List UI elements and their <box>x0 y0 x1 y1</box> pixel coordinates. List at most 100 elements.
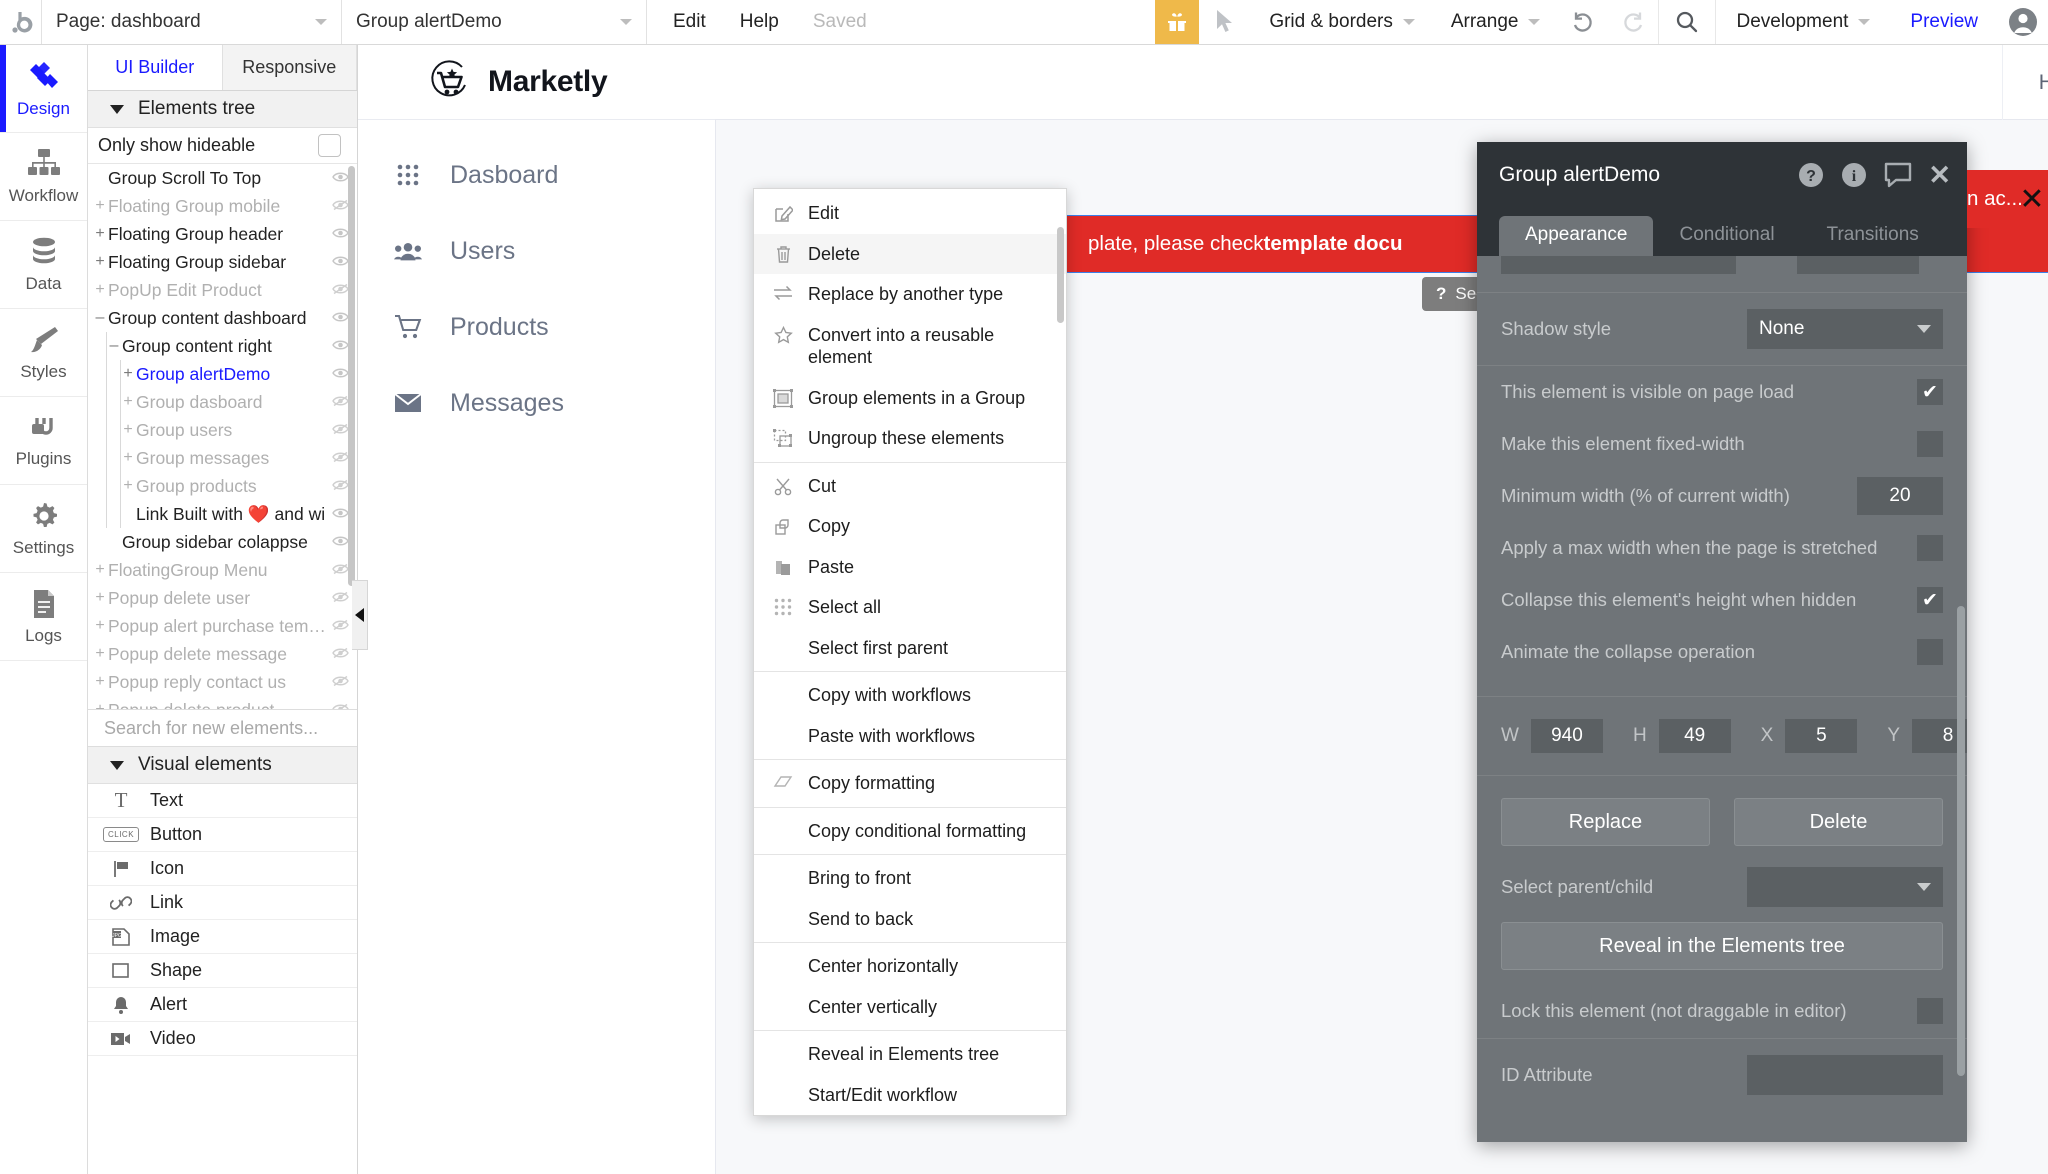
tree-item[interactable]: Link Built with ❤️ and wi <box>88 500 357 528</box>
clipped-field-b[interactable] <box>1797 256 1919 274</box>
eye-hidden-icon[interactable] <box>326 282 349 298</box>
tree-item[interactable]: + FloatingGroup Menu <box>88 556 357 584</box>
visual-element-video[interactable]: Video <box>88 1022 357 1056</box>
context-menu-item[interactable]: Send to back <box>754 899 1066 940</box>
app-nav-item-messages[interactable]: Messages <box>358 372 715 434</box>
tree-item[interactable]: + Group dasboard <box>88 388 357 416</box>
rail-item-logs[interactable]: Logs <box>0 573 87 661</box>
visual-element-link[interactable]: Link <box>88 886 357 920</box>
version-dropdown[interactable]: Development <box>1716 0 1890 44</box>
eye-visible-icon[interactable] <box>326 254 349 270</box>
preview-button[interactable]: Preview <box>1890 0 1998 44</box>
app-nav-item-dasboard[interactable]: Dasboard <box>358 144 715 206</box>
search-button[interactable] <box>1658 0 1717 44</box>
context-menu-item[interactable]: Paste <box>754 547 1066 588</box>
tree-item[interactable]: Group sidebar colappse <box>88 528 357 556</box>
width-input[interactable]: 940 <box>1530 719 1603 753</box>
visual-elements-header[interactable]: Visual elements <box>88 747 357 784</box>
tree-item[interactable]: – Group content dashboard <box>88 304 357 332</box>
tree-item[interactable]: + Group products <box>88 472 357 500</box>
eye-hidden-icon[interactable] <box>326 562 349 578</box>
context-menu-item[interactable]: Group elements in a Group <box>754 378 1066 419</box>
context-menu-item[interactable]: Start/Edit workflow <box>754 1075 1066 1116</box>
tab-responsive[interactable]: Responsive <box>223 45 357 90</box>
eye-hidden-icon[interactable] <box>326 618 349 634</box>
context-menu-item[interactable]: Cut <box>754 466 1066 507</box>
eye-visible-icon[interactable] <box>326 310 349 326</box>
tree-item[interactable]: + Floating Group header <box>88 220 357 248</box>
redo-button[interactable] <box>1608 0 1658 44</box>
select-parent-child-select[interactable] <box>1747 867 1943 907</box>
collapse-icon[interactable]: – <box>106 337 122 355</box>
eye-hidden-icon[interactable] <box>326 702 349 709</box>
context-menu-scrollbar[interactable] <box>1057 227 1064 323</box>
animate-collapse-checkbox[interactable] <box>1917 639 1943 665</box>
context-menu-item[interactable]: Bring to front <box>754 858 1066 899</box>
minimum-width-input[interactable]: 20 <box>1857 477 1943 515</box>
lock-element-checkbox[interactable] <box>1917 998 1943 1024</box>
context-menu[interactable]: Edit Delete Replace by another type Convert… <box>753 188 1067 1116</box>
eye-visible-icon[interactable] <box>326 338 349 354</box>
expand-icon[interactable]: + <box>92 589 108 607</box>
context-menu-item[interactable]: Delete <box>754 233 1066 274</box>
expand-icon[interactable]: + <box>120 449 136 467</box>
rail-item-plugins[interactable]: Plugins <box>0 397 87 485</box>
context-menu-item[interactable]: Copy with workflows <box>754 675 1066 716</box>
property-editor-scrollbar[interactable] <box>1957 606 1965 1076</box>
eye-hidden-icon[interactable] <box>326 646 349 662</box>
tree-item[interactable]: + Floating Group sidebar <box>88 248 357 276</box>
context-menu-item[interactable]: Reveal in Elements tree <box>754 1034 1066 1075</box>
clipped-field-a[interactable] <box>1501 256 1736 274</box>
context-menu-item[interactable]: Center horizontally <box>754 946 1066 987</box>
context-menu-item[interactable]: Copy <box>754 506 1066 547</box>
expand-icon[interactable]: + <box>92 225 108 243</box>
tree-scrollbar[interactable] <box>348 166 355 586</box>
search-new-elements-input[interactable]: Search for new elements... <box>88 709 357 747</box>
eye-hidden-icon[interactable] <box>326 450 349 466</box>
visual-element-text[interactable]: T Text <box>88 784 357 818</box>
collapse-icon[interactable]: – <box>92 309 108 327</box>
elements-tree[interactable]: Group Scroll To Top + Floating Group mobil… <box>88 164 357 709</box>
alert-close-icon[interactable]: ✕ <box>2016 170 2048 228</box>
tab-ui-builder[interactable]: UI Builder <box>88 45 223 90</box>
context-menu-item[interactable]: Convert into a reusable element <box>754 315 1066 378</box>
expand-icon[interactable]: + <box>120 393 136 411</box>
visual-element-shape[interactable]: Shape <box>88 954 357 988</box>
tree-item[interactable]: – Group content right <box>88 332 357 360</box>
tree-item[interactable]: + Group users <box>88 416 357 444</box>
max-width-checkbox[interactable] <box>1917 535 1943 561</box>
bubble-logo-icon[interactable] <box>0 0 42 44</box>
tree-item[interactable]: + PopUp Edit Product <box>88 276 357 304</box>
tree-item[interactable]: + Popup reply contact us <box>88 668 357 696</box>
visible-on-page-load-checkbox[interactable]: ✔ <box>1917 379 1943 405</box>
gift-icon[interactable] <box>1155 0 1200 44</box>
help-menu[interactable]: Help <box>740 11 779 33</box>
home-link[interactable]: Home <box>2001 45 2048 120</box>
panel-collapse-handle[interactable] <box>352 580 368 650</box>
tree-item[interactable]: + Group alertDemo <box>88 360 357 388</box>
expand-icon[interactable]: + <box>92 281 108 299</box>
expand-icon[interactable]: + <box>120 477 136 495</box>
collapse-height-checkbox[interactable]: ✔ <box>1917 587 1943 613</box>
app-nav-item-users[interactable]: Users <box>358 220 715 282</box>
context-menu-item[interactable]: Edit <box>754 193 1066 234</box>
expand-icon[interactable]: + <box>120 365 136 383</box>
context-menu-item[interactable]: Ungroup these elements <box>754 418 1066 459</box>
rail-item-design[interactable]: Design <box>0 45 87 133</box>
height-input[interactable]: 49 <box>1658 719 1731 753</box>
tree-item[interactable]: + Popup alert purchase tem… <box>88 612 357 640</box>
rail-item-styles[interactable]: Styles <box>0 309 87 397</box>
only-show-hideable-checkbox[interactable] <box>318 134 341 157</box>
element-selector[interactable]: Group alertDemo <box>342 0 647 44</box>
rail-item-data[interactable]: Data <box>0 221 87 309</box>
delete-button[interactable]: Delete <box>1734 798 1943 846</box>
account-avatar-icon[interactable] <box>1998 0 2048 44</box>
visual-element-image[interactable]: JPG Image <box>88 920 357 954</box>
tree-item[interactable]: Group Scroll To Top <box>88 164 357 192</box>
context-menu-item[interactable]: Replace by another type <box>754 274 1066 315</box>
tree-item[interactable]: + Popup delete user <box>88 584 357 612</box>
expand-icon[interactable]: + <box>92 561 108 579</box>
visual-element-button[interactable]: CLICK Button <box>88 818 357 852</box>
undo-button[interactable] <box>1558 0 1608 44</box>
arrange-dropdown[interactable]: Arrange <box>1433 0 1559 44</box>
